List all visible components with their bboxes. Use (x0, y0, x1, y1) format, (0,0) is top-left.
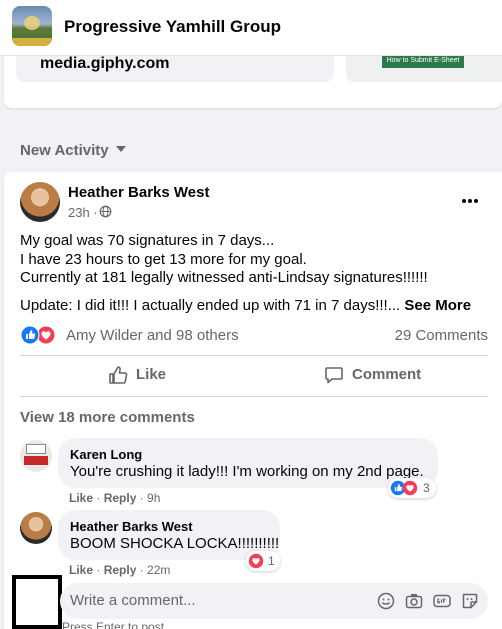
comment-actions: Like · Reply · 9h (69, 491, 161, 505)
comment-time[interactable]: 22m (147, 563, 170, 577)
thumbs-up-icon (109, 366, 128, 384)
new-activity-sort[interactable]: New Activity (20, 142, 109, 159)
comment-reactions[interactable]: 3 (388, 478, 436, 498)
comment-like-link[interactable]: Like (69, 563, 93, 577)
sticker-icon[interactable] (460, 591, 480, 611)
comment-text: BOOM SHOCKA LOCKA!!!!!!!!!! (70, 535, 280, 552)
post-update-text: Update: I did it!!! I actually ended up … (20, 297, 401, 314)
composer-hint: Press Enter to post. (62, 620, 168, 629)
group-header: Progressive Yamhill Group (0, 0, 502, 56)
post-line: Currently at 181 legally witnessed anti-… (20, 269, 428, 286)
reaction-count: 3 (423, 481, 430, 495)
love-reaction-icon (402, 480, 418, 496)
comment-text: You're crushing it lady!!! I'm working o… (70, 463, 424, 480)
comment-author[interactable]: Heather Barks West (70, 519, 193, 534)
camera-icon[interactable] (404, 591, 424, 611)
post-author[interactable]: Heather Barks West (68, 184, 209, 201)
caret-down-icon[interactable] (116, 146, 126, 152)
comment-reactions[interactable]: 1 (246, 551, 280, 571)
comment-actions: Like · Reply · 22m (69, 563, 171, 577)
post-timestamp[interactable]: 23h · (68, 205, 98, 220)
like-reaction-icon (20, 325, 40, 345)
view-more-comments[interactable]: View 18 more comments (20, 409, 195, 426)
link-domain: media.giphy.com (40, 55, 170, 72)
divider (20, 396, 488, 397)
more-options-icon[interactable] (458, 192, 482, 210)
author-avatar[interactable] (20, 182, 60, 222)
comment-bubble: Karen Long You're crushing it lady!!! I'… (58, 438, 438, 488)
comment-reply-link[interactable]: Reply (104, 563, 137, 577)
emoji-icon[interactable] (376, 591, 396, 611)
gif-icon[interactable] (432, 591, 452, 611)
promo-image-label: How to Submit E-Sheet (382, 54, 464, 68)
comment-label: Comment (352, 366, 422, 383)
comment-like-link[interactable]: Like (69, 491, 93, 505)
commenter-avatar[interactable] (20, 440, 52, 472)
reactions-text[interactable]: Amy Wilder and 98 others (66, 327, 239, 344)
see-more-link[interactable]: See More (404, 297, 471, 314)
comments-count[interactable]: 29 Comments (395, 327, 488, 344)
divider (20, 355, 488, 356)
group-thumbnail[interactable] (12, 6, 52, 46)
post-card: Heather Barks West 23h · My goal was 70 … (4, 172, 502, 629)
comment-input[interactable]: Write a comment... (60, 583, 488, 619)
comment-placeholder: Write a comment... (70, 592, 196, 609)
comment-time[interactable]: 9h (147, 491, 160, 505)
comment-bubble: Heather Barks West BOOM SHOCKA LOCKA!!!!… (58, 510, 280, 560)
commenter-avatar[interactable] (20, 512, 52, 544)
reaction-count: 1 (268, 554, 275, 568)
comment-button[interactable]: Comment (324, 362, 434, 390)
group-name[interactable]: Progressive Yamhill Group (64, 17, 281, 37)
reactions-summary[interactable]: Amy Wilder and 98 others 29 Comments (20, 325, 490, 345)
post-line: My goal was 70 signatures in 7 days... (20, 232, 275, 249)
comment-reply-link[interactable]: Reply (104, 491, 137, 505)
post-line: I have 23 hours to get 13 more for my go… (20, 250, 307, 268)
globe-icon (99, 205, 112, 218)
post-body: My goal was 70 signatures in 7 days... I… (20, 232, 490, 288)
comment-bubble-icon (325, 367, 343, 384)
composer-avatar-placeholder (12, 575, 62, 629)
like-button[interactable]: Like (108, 362, 178, 390)
post-update-line: Update: I did it!!! I actually ended up … (20, 297, 490, 314)
love-reaction-icon (248, 553, 264, 569)
comment-author[interactable]: Karen Long (70, 447, 142, 462)
like-label: Like (136, 366, 167, 383)
